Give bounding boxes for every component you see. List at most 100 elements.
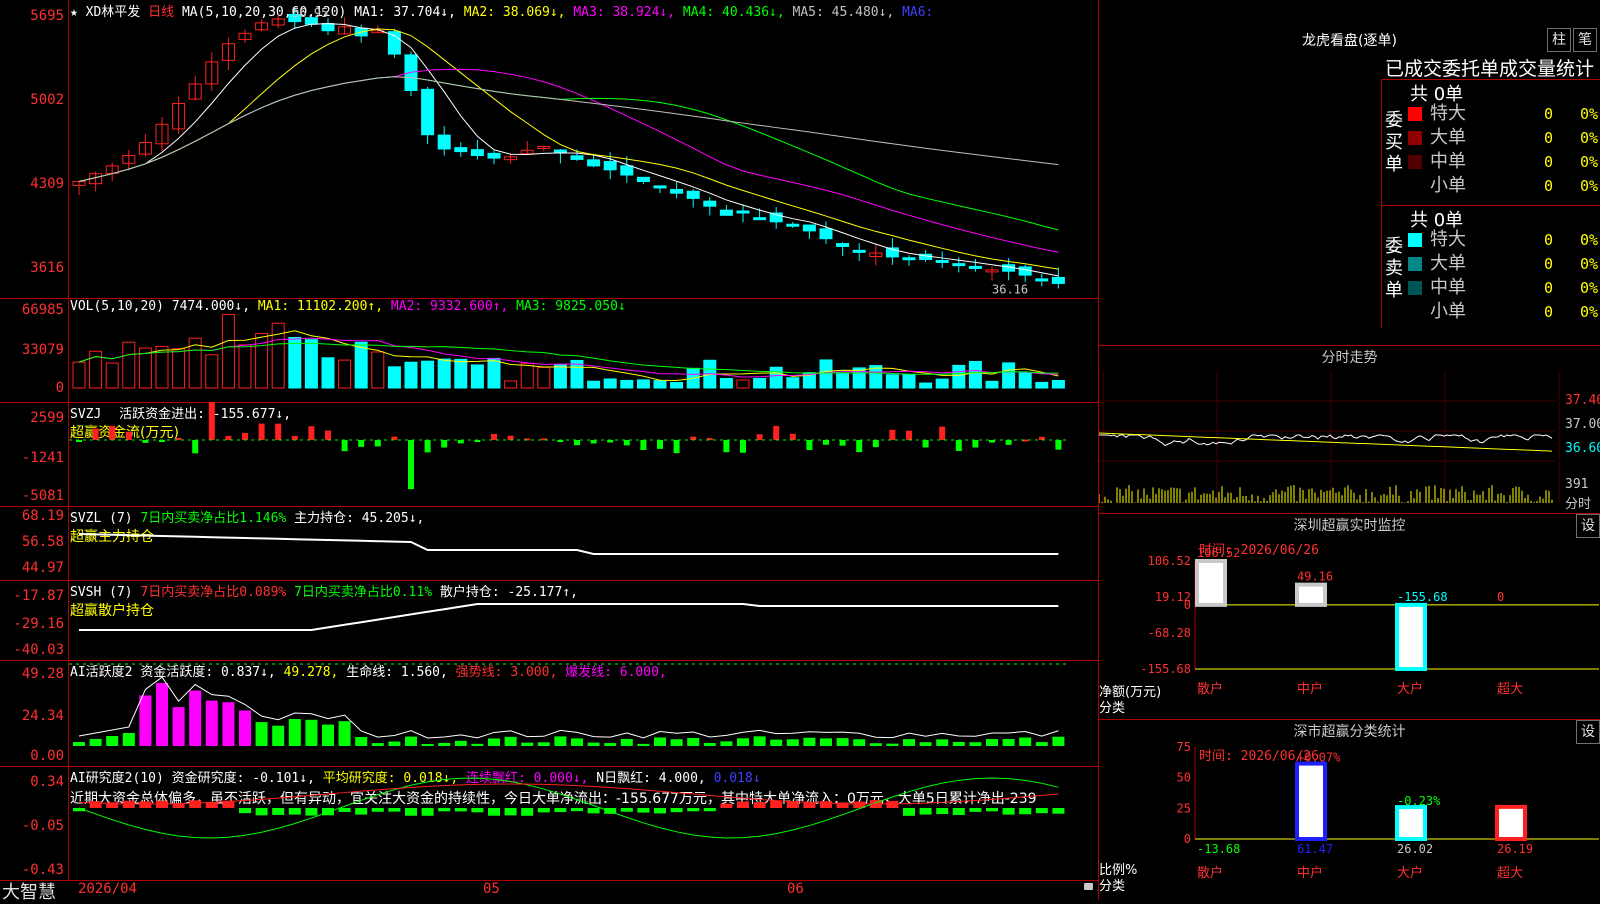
svzj-bar (922, 440, 929, 448)
active-bar (338, 721, 351, 746)
order-row-buy-0: 特大 0 0% (1408, 102, 1600, 126)
candlestick-pane[interactable]: 5695 5002 4309 3616 ★ XD林平发 日线 MA(5,10,2… (0, 0, 1098, 299)
monitor-value-label: 49.16 (1297, 570, 1333, 584)
intraday-panel[interactable]: 分时走势 37.40 37.00 36.60 391 分时 (1099, 345, 1600, 513)
research-bar (554, 808, 567, 812)
high-price-label: 56.95 (292, 6, 328, 20)
active-bar (720, 741, 733, 746)
order-pct: 0% (1580, 255, 1599, 273)
monitor-chart[interactable]: 106.5219.120-68.28-155.68106.52散户49.16中户… (1099, 513, 1600, 719)
research-bar (820, 801, 832, 808)
svzj-bar (242, 432, 248, 440)
svzj-bar (872, 440, 879, 448)
intraday-price-line (1099, 434, 1553, 447)
order-type: 特大 (1430, 229, 1466, 250)
order-count: 0 (1544, 279, 1554, 297)
candle-body (968, 265, 982, 269)
volume-tick: 66985 (21, 302, 64, 318)
volume-bar (421, 360, 435, 389)
sell-group-label: 委卖单 (1385, 236, 1403, 301)
volume-bar (1051, 379, 1065, 389)
active-bar (620, 738, 633, 746)
order-pct: 0% (1580, 105, 1599, 123)
svzj-bar (590, 440, 597, 444)
volume-pane[interactable]: 66985 33079 0 VOL(5,10,20) 7474.000↓, MA… (0, 298, 1098, 403)
order-color-swatch (1408, 257, 1422, 271)
ma-line (78, 76, 1059, 182)
svzj-pane[interactable]: 2599 -1241 -5081 SVZJ 活跃资金进出: -155.677↓,… (0, 402, 1098, 507)
order-count: 0 (1544, 129, 1554, 147)
monitor-category: 超大 (1497, 682, 1523, 697)
volume-ma-line (78, 337, 1059, 378)
monitor-value-label: 0 (1497, 590, 1504, 604)
order-pct: 0% (1580, 279, 1599, 297)
svzj-bar (839, 440, 846, 446)
ai-research-plot[interactable] (69, 766, 1098, 880)
class-panel[interactable]: 深市超赢分类统计 设 时间: 2026/06/26 75 50 25 0 -13.68 散… (1099, 719, 1600, 900)
class-chart[interactable]: 75 50 25 0 -13.68 散户 +0.07% 61.47 中户 -0.23% 26.02 大… (1099, 719, 1600, 900)
volume-bar (719, 377, 733, 389)
candlestick-plot[interactable]: 56.95 36.16 (69, 0, 1098, 298)
tick-mode-button[interactable]: 笔 (1573, 28, 1597, 52)
ai-research-axis: 0.34 -0.05 -0.43 (0, 766, 69, 880)
candle-body (753, 217, 767, 221)
candle-body (736, 210, 750, 214)
bar-mode-button[interactable]: 柱 (1547, 28, 1571, 52)
svzl-line (78, 533, 1059, 555)
svzj-bar (457, 440, 464, 444)
monitor-panel[interactable]: 深圳超赢实时监控 设 时间: 2026/06/26 106.52 19.12 0 -6… (1099, 513, 1600, 719)
svzj-bar (939, 426, 946, 440)
active-bar (454, 740, 467, 746)
active-bar (803, 737, 816, 746)
ai-active-plot[interactable] (69, 660, 1098, 766)
active-bar (405, 736, 417, 746)
active-bar (836, 738, 849, 746)
svzj-tick: 2599 (30, 410, 64, 426)
volume-bar (985, 380, 999, 389)
svzj-bar (574, 440, 580, 446)
svzj-plot[interactable] (69, 402, 1098, 506)
volume-bar (636, 379, 650, 389)
svzj-bar (773, 425, 780, 440)
class-category: 中户 (1297, 865, 1323, 881)
research-bar (770, 800, 783, 808)
svsh-line (79, 603, 1059, 631)
volume-bar (304, 339, 318, 389)
x-label-april: 2026/04 (78, 881, 138, 897)
lock-icon[interactable] (1084, 883, 1093, 890)
svzl-tick: 68.19 (21, 508, 64, 524)
svzl-plot[interactable] (69, 506, 1098, 580)
svzj-bar (673, 440, 680, 454)
research-bar (753, 802, 766, 808)
research-bar (421, 808, 434, 816)
order-row-sell-0: 特大 0 0% (1408, 228, 1600, 252)
order-row-buy-3: 小单 0 0% (1408, 174, 1600, 198)
research-bar (438, 808, 451, 812)
volume-bar (105, 362, 119, 389)
intraday-vol-tick: 391 (1565, 477, 1589, 492)
class-tick: 25 (1177, 801, 1191, 815)
svzj-bar (1005, 440, 1012, 445)
svzj-axis: 2599 -1241 -5081 (0, 402, 69, 506)
research-bar (454, 808, 467, 812)
active-bar (471, 743, 484, 746)
volume-plot[interactable] (69, 298, 1098, 402)
ai-research-pane[interactable]: 0.34 -0.05 -0.43 AI研究度2(10) 资金研究度: -0.10… (0, 766, 1098, 881)
volume-bar (504, 380, 518, 389)
svzj-bar (192, 440, 199, 454)
intraday-label: 分时 (1565, 497, 1592, 512)
order-color-swatch (1408, 155, 1422, 169)
ai-active-tick: 49.28 (21, 666, 64, 682)
svsh-plot[interactable] (69, 580, 1098, 660)
class-bar (1295, 761, 1327, 841)
intraday-plot[interactable] (1099, 371, 1600, 513)
svsh-pane[interactable]: -17.87 -29.16 -40.03 SVSH (7) 7日内买卖净占比0.… (0, 580, 1098, 661)
svzl-pane[interactable]: 68.19 56.58 44.97 SVZL (7) 7日内买卖净占比1.146… (0, 506, 1098, 581)
research-bar (471, 808, 484, 813)
svzj-bar (740, 440, 746, 453)
research-bar (737, 801, 749, 808)
ai-active-pane[interactable]: 49.28 24.34 0.00 AI活跃度2 资金活跃度: 0.837↓, 4… (0, 660, 1098, 767)
svzj-bar (806, 440, 813, 450)
svzj-bar (823, 440, 829, 445)
candle-body (719, 209, 733, 216)
